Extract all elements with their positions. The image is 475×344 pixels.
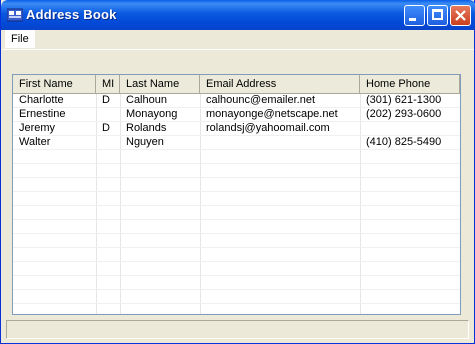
cell-mi bbox=[96, 108, 120, 122]
minimize-button[interactable] bbox=[404, 5, 425, 26]
table-row-empty bbox=[13, 150, 460, 164]
table-row-empty bbox=[13, 178, 460, 192]
column-header-last-name[interactable]: Last Name bbox=[120, 75, 200, 93]
table-row[interactable]: Ernestine Monayong monayonge@netscape.ne… bbox=[13, 108, 460, 122]
cell-home-phone bbox=[360, 122, 460, 136]
cell-first-name: Charlotte bbox=[19, 94, 64, 106]
cell-home-phone: (410) 825-5490 bbox=[366, 136, 442, 148]
title-bar[interactable]: Address Book bbox=[1, 0, 475, 30]
table-row-empty bbox=[13, 192, 460, 206]
table-row-empty bbox=[13, 290, 460, 304]
table-body: Charlotte D Calhoun calhounc@emailer.net… bbox=[13, 94, 460, 314]
maximize-icon bbox=[432, 9, 443, 20]
address-book-window: Address Book File First Name MI Last Nam… bbox=[0, 0, 475, 344]
cell-first-name: Jeremy bbox=[19, 122, 56, 134]
contacts-table[interactable]: First Name MI Last Name Email Address Ho… bbox=[12, 74, 461, 315]
table-row-empty bbox=[13, 248, 460, 262]
cell-first-name: Ernestine bbox=[19, 108, 66, 120]
cell-email: calhounc@emailer.net bbox=[206, 94, 316, 106]
close-button[interactable] bbox=[450, 5, 471, 26]
status-bar bbox=[6, 320, 469, 339]
maximize-button[interactable] bbox=[427, 5, 448, 26]
cell-home-phone: (301) 621-1300 bbox=[366, 94, 442, 106]
cell-home-phone: (202) 293-0600 bbox=[366, 108, 442, 120]
menu-divider bbox=[2, 49, 474, 50]
cell-last-name: Monayong bbox=[126, 108, 178, 120]
table-row[interactable]: Charlotte D Calhoun calhounc@emailer.net… bbox=[13, 94, 460, 108]
window-title: Address Book bbox=[26, 7, 117, 22]
cell-last-name: Calhoun bbox=[126, 94, 167, 106]
menu-file[interactable]: File bbox=[5, 30, 35, 48]
cell-mi: D bbox=[102, 94, 110, 106]
menu-bar: File bbox=[2, 30, 474, 49]
column-header-first-name[interactable]: First Name bbox=[13, 75, 96, 93]
address-book-icon bbox=[7, 8, 23, 22]
table-row-empty bbox=[13, 206, 460, 220]
close-icon bbox=[455, 10, 466, 21]
cell-first-name: Walter bbox=[19, 136, 51, 148]
table-row-empty bbox=[13, 262, 460, 276]
cell-mi bbox=[96, 136, 120, 150]
cell-last-name: Rolands bbox=[126, 122, 167, 134]
cell-email bbox=[200, 136, 360, 150]
cell-mi: D bbox=[102, 122, 110, 134]
table-row-empty bbox=[13, 164, 460, 178]
table-row-empty bbox=[13, 234, 460, 248]
cell-email: monayonge@netscape.net bbox=[206, 108, 338, 120]
cell-email: rolandsj@yahoomail.com bbox=[206, 122, 330, 134]
minimize-icon bbox=[409, 18, 416, 21]
cell-last-name: Nguyen bbox=[126, 136, 164, 148]
column-header-email[interactable]: Email Address bbox=[200, 75, 360, 93]
column-header-home-phone[interactable]: Home Phone bbox=[360, 75, 460, 93]
table-row-empty bbox=[13, 276, 460, 290]
column-header-mi[interactable]: MI bbox=[96, 75, 120, 93]
table-row-empty bbox=[13, 220, 460, 234]
table-header: First Name MI Last Name Email Address Ho… bbox=[13, 75, 460, 94]
table-row[interactable]: Walter Nguyen (410) 825-5490 bbox=[13, 136, 460, 150]
table-row[interactable]: Jeremy D Rolands rolandsj@yahoomail.com bbox=[13, 122, 460, 136]
